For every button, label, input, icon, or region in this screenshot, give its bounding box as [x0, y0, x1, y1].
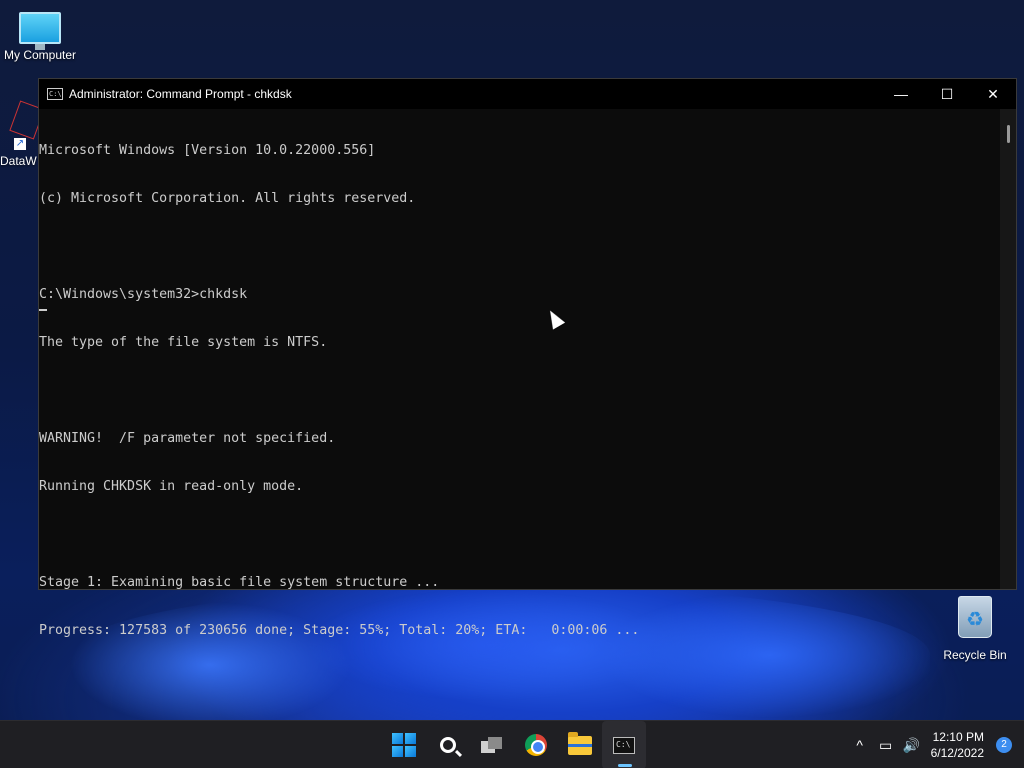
console-line: Running CHKDSK in read-only mode. [39, 479, 304, 494]
maximize-button[interactable]: ☐ [924, 79, 970, 109]
console-line: Stage 1: Examining basic file system str… [39, 575, 440, 590]
command-prompt-icon: C:\ [613, 736, 635, 754]
window-titlebar[interactable]: C:\ Administrator: Command Prompt - chkd… [39, 79, 1016, 109]
minimize-button[interactable]: — [878, 79, 924, 109]
cmd-title-icon[interactable]: C:\ [47, 88, 63, 100]
text-cursor [39, 309, 47, 311]
desktop-icon-label: My Computer [3, 48, 77, 62]
clock[interactable]: 12:10 PM 6/12/2022 [931, 729, 984, 761]
shortcut-arrow-icon: ↗ [14, 138, 26, 150]
console-line: C:\Windows\system32>chkdsk [39, 287, 248, 302]
command-prompt-taskbar-button[interactable]: C:\ [602, 721, 646, 768]
start-button[interactable] [382, 721, 426, 768]
console-line: Progress: 127583 of 230656 done; Stage: … [39, 623, 640, 638]
notification-badge[interactable]: 2 [996, 737, 1012, 753]
task-view-icon [481, 737, 503, 753]
windows-logo-icon [392, 733, 416, 757]
scrollbar-thumb[interactable] [1007, 125, 1010, 143]
search-button[interactable] [426, 721, 470, 768]
task-view-button[interactable] [470, 721, 514, 768]
desktop-icon-label: DataW [0, 154, 37, 168]
vertical-scrollbar[interactable] [1000, 109, 1016, 589]
system-tray: ^ ▭ 🔊 12:10 PM 6/12/2022 2 [847, 721, 1024, 768]
desktop-icon-dataw[interactable]: DataW [0, 100, 45, 168]
folder-icon [568, 731, 592, 755]
volume-icon[interactable]: 🔊 [899, 737, 925, 754]
chrome-button[interactable] [514, 721, 558, 768]
chevron-up-icon[interactable]: ^ [847, 737, 873, 753]
taskbar: C:\ ^ ▭ 🔊 12:10 PM 6/12/2022 2 [0, 720, 1024, 768]
search-icon [440, 737, 456, 753]
console-line: WARNING! /F parameter not specified. [39, 431, 336, 446]
close-button[interactable]: ✕ [970, 79, 1016, 109]
taskbar-apps: C:\ [382, 721, 646, 768]
console-line: The type of the file system is NTFS. [39, 335, 328, 350]
console-line: Microsoft Windows [Version 10.0.22000.55… [39, 143, 376, 158]
console-line: (c) Microsoft Corporation. All rights re… [39, 191, 416, 206]
console-output[interactable]: Microsoft Windows [Version 10.0.22000.55… [39, 109, 1000, 638]
clock-date: 6/12/2022 [930, 746, 984, 760]
monitor-icon [19, 12, 61, 50]
desktop-icon-my-computer[interactable]: My Computer [0, 8, 80, 62]
network-icon[interactable]: ▭ [873, 737, 899, 754]
chrome-icon [525, 734, 547, 756]
command-prompt-window[interactable]: C:\ Administrator: Command Prompt - chkd… [38, 78, 1017, 638]
file-explorer-button[interactable] [558, 721, 602, 768]
window-title: Administrator: Command Prompt - chkdsk [69, 87, 292, 101]
clock-time: 12:10 PM [932, 730, 984, 744]
